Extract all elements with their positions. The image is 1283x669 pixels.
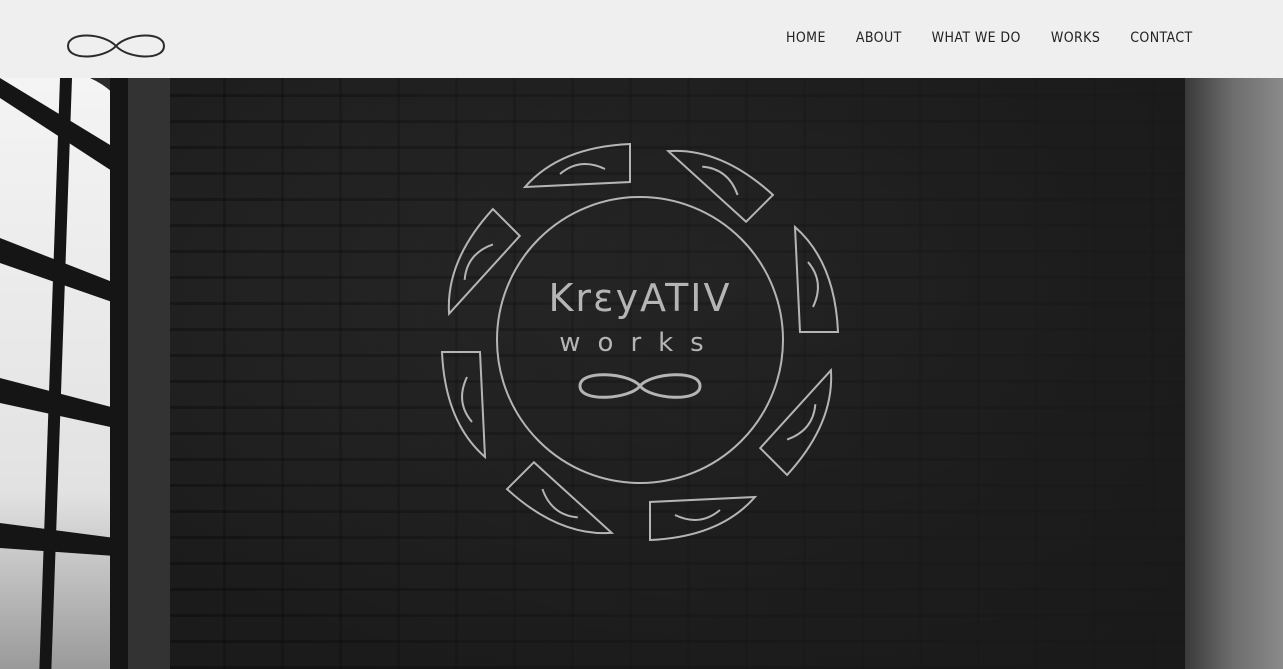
- nav-about[interactable]: ABOUT: [856, 30, 902, 46]
- nav-home[interactable]: HOME: [786, 30, 826, 46]
- main-nav: HOME ABOUT WHAT WE DO WORKS CONTACT: [771, 26, 1208, 50]
- site-header: HOME ABOUT WHAT WE DO WORKS CONTACT: [0, 0, 1283, 78]
- infinity-logo-icon[interactable]: [64, 29, 168, 63]
- brand-name-line1: KrεyATIV: [548, 276, 731, 320]
- nav-contact[interactable]: CONTACT: [1130, 30, 1192, 46]
- arched-window-image: [0, 78, 170, 669]
- nav-works[interactable]: WORKS: [1051, 30, 1100, 46]
- emblem-infinity-icon: [578, 373, 702, 399]
- brand-name-line2: works: [559, 328, 720, 358]
- kreyativ-works-emblem: KrεyATIV works: [440, 142, 840, 542]
- nav-what-we-do[interactable]: WHAT WE DO: [932, 30, 1021, 46]
- hero-banner: KrεyATIV works: [0, 78, 1283, 669]
- right-wall-edge: [1185, 78, 1283, 669]
